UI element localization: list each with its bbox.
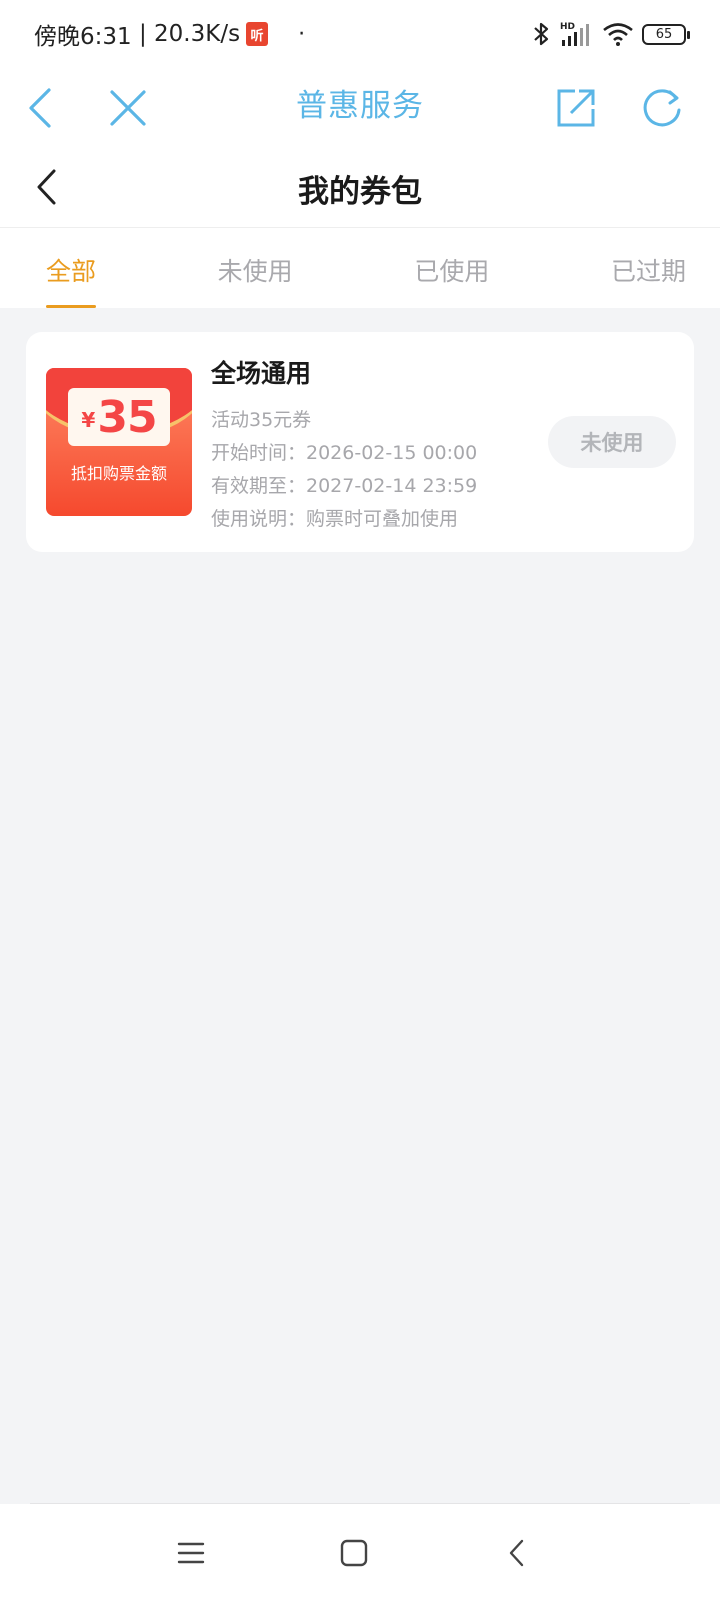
home-square-icon (340, 1539, 368, 1567)
coupon-image: ¥ 35 抵扣购票金额 (46, 368, 192, 516)
status-bar: 傍晚6:31 | 20.3K/s 听 · HD 65 (0, 0, 720, 68)
bluetooth-icon (534, 22, 549, 46)
tab-all[interactable]: 全部 (46, 228, 97, 308)
nav-menu-button[interactable] (166, 1528, 216, 1578)
coupon-status-button[interactable]: 未使用 (548, 416, 676, 468)
coupon-amount-ticket: ¥ 35 (68, 388, 170, 446)
menu-icon (177, 1542, 205, 1564)
tab-expired[interactable]: 已过期 (611, 228, 686, 308)
coupon-name: 全场通用 (211, 359, 312, 388)
page-header: 我的券包 (0, 150, 720, 228)
system-nav-bar (0, 1504, 720, 1600)
battery-icon: 65 (642, 23, 690, 45)
status-net-speed: 20.3K/s (154, 21, 241, 47)
toolbar-share-button[interactable] (546, 78, 606, 138)
tab-used[interactable]: 已使用 (414, 228, 489, 308)
chevron-left-icon (509, 1539, 524, 1567)
tab-bar: 全部 未使用 已使用 已过期 (0, 228, 720, 308)
page-title: 我的券包 (298, 174, 422, 210)
refresh-icon (643, 89, 681, 127)
browser-toolbar: 普惠服务 (0, 68, 720, 150)
toolbar-refresh-button[interactable] (632, 78, 692, 138)
coupon-subtitle: 活动35元券 (211, 409, 312, 431)
coupon-expire-time: 有效期至：2027-02-14 23:59 (211, 475, 478, 497)
coupon-start-time: 开始时间：2026-02-15 00:00 (211, 442, 478, 464)
nav-back-button[interactable] (492, 1528, 542, 1578)
status-right: HD 65 (530, 20, 690, 48)
share-external-icon (557, 89, 595, 127)
wifi-icon (603, 23, 633, 46)
nav-home-button[interactable] (329, 1528, 379, 1578)
coupon-info: 全场通用 活动35元券 开始时间：2026-02-15 00:00 有效期至：2… (211, 354, 477, 536)
coupon-card[interactable]: ¥ 35 抵扣购票金额 全场通用 活动35元券 开始时间：2026-02-15 … (26, 332, 694, 552)
toolbar-title: 普惠服务 (296, 88, 424, 124)
coupon-image-caption: 抵扣购票金额 (70, 464, 167, 483)
tab-unused[interactable]: 未使用 (218, 228, 293, 308)
hd-label: HD (560, 22, 575, 32)
signal-icon: HD (560, 22, 589, 46)
currency-symbol: ¥ (81, 408, 96, 432)
coupon-usage-note: 使用说明：购票时可叠加使用 (211, 508, 459, 530)
status-separator: | (131, 21, 155, 47)
coupon-amount: 35 (97, 391, 157, 443)
status-dot: · (298, 21, 306, 47)
status-left: 傍晚6:31 | 20.3K/s 听 · (34, 17, 305, 51)
app-notification-icon: 听 (246, 22, 269, 46)
status-time: 傍晚6:31 (34, 24, 132, 50)
